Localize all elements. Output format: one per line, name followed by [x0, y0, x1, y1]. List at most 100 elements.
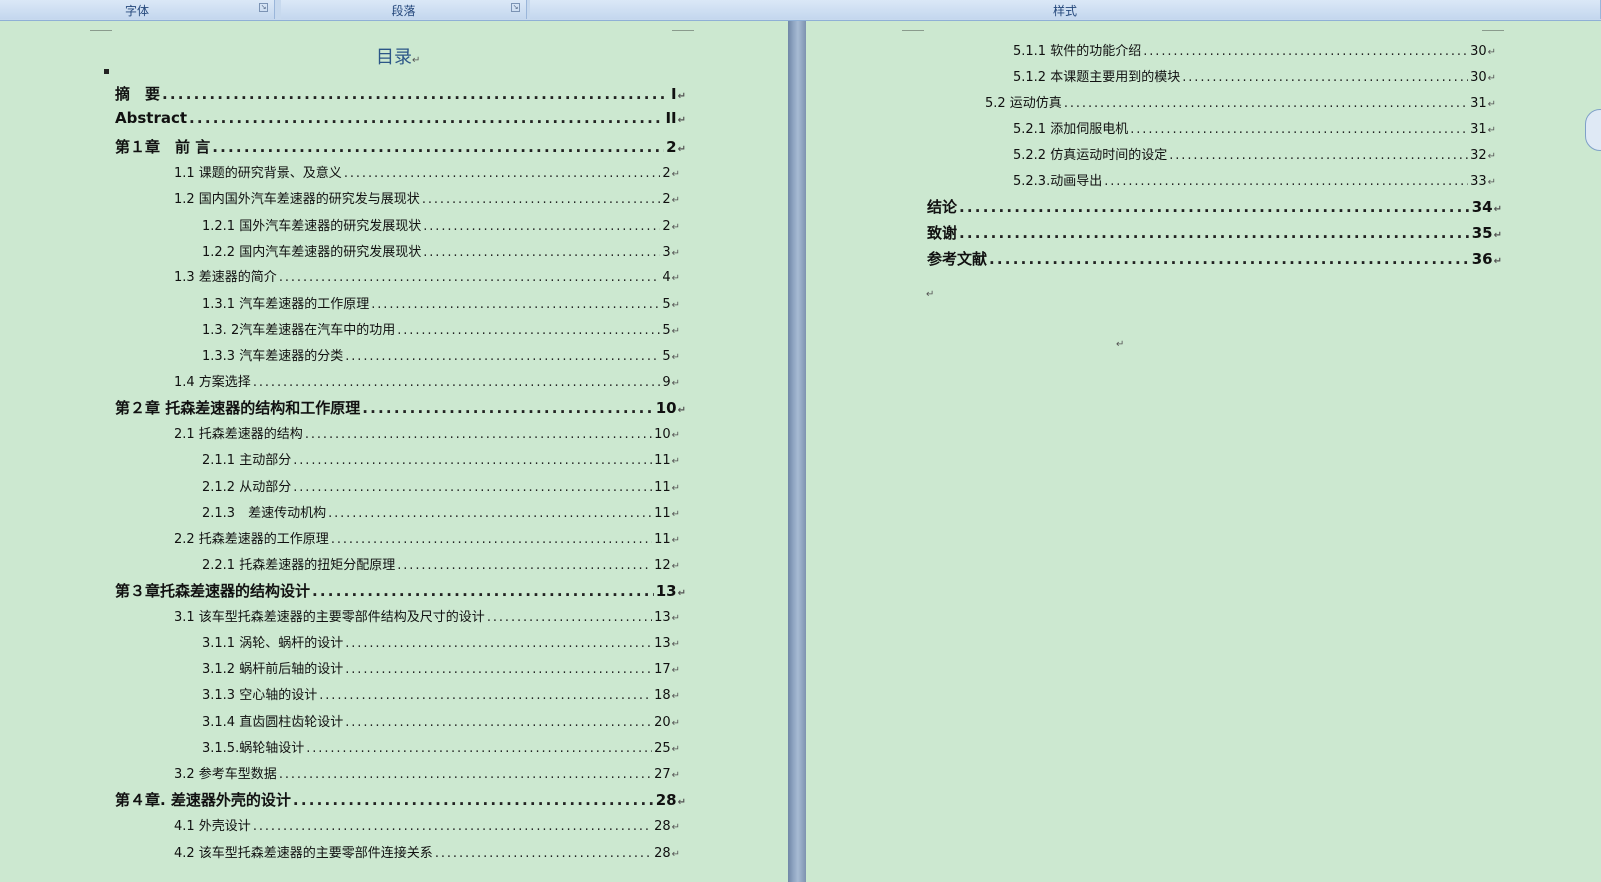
toc-entry-title: Abstract	[115, 109, 188, 127]
toc-page-number: 9	[662, 375, 671, 390]
toc-dot-leader: ........................................…	[371, 297, 661, 312]
toc-entry[interactable]: 1.1 课题的研究背景、及意义.........................…	[174, 162, 680, 184]
toc-entry-title: 1.3 差速器的简介	[174, 270, 277, 285]
paragraph-mark-icon: ↵	[671, 691, 680, 702]
toc-entry[interactable]: 4.2 该车型托森差速器的主要零部件连接关系..................…	[174, 842, 680, 864]
toc-entry[interactable]: 2.2 托森差速器的工作原理..........................…	[174, 528, 680, 550]
ribbon-group-paragraph[interactable]: 段落 ↘	[281, 0, 527, 19]
font-dialog-launcher-icon[interactable]: ↘	[259, 3, 268, 12]
paragraph-mark-icon: ↵	[671, 744, 680, 755]
paragraph-mark-icon: ↵	[671, 273, 680, 284]
paragraph-mark-icon: ↵	[1487, 125, 1496, 136]
toc-entry-title: 第４章. 差速器外壳的设计	[115, 791, 291, 809]
toc-entry[interactable]: 结论......................................…	[927, 196, 1502, 218]
paragraph-mark-icon: ↵	[1487, 151, 1496, 162]
toc-entry[interactable]: 1.3.1 汽车差速器的工作原理........................…	[202, 293, 680, 315]
toc-entry[interactable]: 3.1 该车型托森差速器的主要零部件结构及尺寸的设计..............…	[174, 606, 680, 628]
paragraph-mark-icon: ↵	[671, 509, 680, 520]
ribbon-group-styles[interactable]: 样式	[530, 0, 1601, 19]
toc-entry-title: 1.3.3 汽车差速器的分类	[202, 349, 344, 364]
toc-entry[interactable]: 5.1.2 本课题主要用到的模块........................…	[1013, 66, 1496, 88]
paragraph-mark-icon: ↵	[677, 144, 686, 155]
toc-entry[interactable]: 5.2.1 添加伺服电机............................…	[1013, 118, 1496, 140]
crop-mark	[1482, 30, 1504, 35]
toc-page-number: II	[665, 109, 677, 127]
toc-entry[interactable]: 3.1.1 涡轮、蜗杆的设计..........................…	[202, 632, 680, 654]
toc-entry[interactable]: 第４章. 差速器外壳的设计...........................…	[115, 789, 686, 811]
toc-entry[interactable]: 第２章 托森差速器的结构和工作原理.......................…	[115, 397, 686, 419]
toc-entry[interactable]: 第１章 前 言.................................…	[115, 136, 686, 158]
toc-entry[interactable]: 3.1.4 直齿圆柱齿轮设计..........................…	[202, 711, 680, 733]
toc-dot-leader: ........................................…	[959, 224, 1470, 242]
toc-page-number: 4	[662, 270, 671, 285]
toc-entry[interactable]: 2.1.2 从动部分..............................…	[202, 476, 680, 498]
toc-entry[interactable]: 2.1 托森差速器的结构............................…	[174, 423, 680, 445]
toc-entry[interactable]: 3.1.5.蜗轮轴设计.............................…	[202, 737, 680, 759]
toc-page-number: 27	[654, 767, 671, 782]
toc-dot-leader: ........................................…	[959, 198, 1470, 216]
toc-entry[interactable]: Abstract................................…	[115, 109, 686, 131]
toc-entry[interactable]: 3.1.2 蜗杆前后轴的设计..........................…	[202, 658, 680, 680]
toc-entry[interactable]: 1.3.3 汽车差速器的分类..........................…	[202, 345, 680, 367]
toc-entry-title: 1.4 方案选择	[174, 375, 251, 390]
paragraph-mark-icon: ↵	[671, 770, 680, 781]
toc-entry[interactable]: 3.2 参考车型数据..............................…	[174, 763, 680, 785]
paragraph-mark-icon: ↵	[671, 822, 680, 833]
toc-entry[interactable]: 3.1.3 空心轴的设计............................…	[202, 684, 680, 706]
paragraph-mark-icon: ↵	[671, 718, 680, 729]
paragraph-mark-icon: ↵	[1493, 230, 1502, 241]
toc-entry[interactable]: 致谢......................................…	[927, 222, 1502, 244]
toc-entry[interactable]: 1.2.2 国内汽车差速器的研究发展现状....................…	[202, 241, 680, 263]
toc-entry-title: 2.1.3 差速传动机构	[202, 506, 327, 521]
paragraph-mark-icon: ↵	[1493, 204, 1502, 215]
toc-entry[interactable]: 4.1 外壳设计................................…	[174, 815, 680, 837]
page-gap-divider	[788, 21, 806, 882]
toc-entry[interactable]: 1.2 国内国外汽车差速器的研究发与展现状...................…	[174, 188, 680, 210]
paragraph-mark-icon: ↵	[1487, 73, 1496, 84]
document-page-right[interactable]: 5.1.1 软件的功能介绍...........................…	[806, 21, 1601, 882]
toc-entry[interactable]: 5.1.1 软件的功能介绍...........................…	[1013, 40, 1496, 62]
document-page-left[interactable]: 目录↵ 摘 要.................................…	[0, 21, 788, 882]
crop-mark	[902, 30, 924, 35]
toc-entry[interactable]: 1.3 差速器的简介..............................…	[174, 266, 680, 288]
toc-entry[interactable]: 5.2.3.动画导出..............................…	[1013, 170, 1496, 192]
toc-entry[interactable]: 1.2.1 国外汽车差速器的研究发展现状....................…	[202, 215, 680, 237]
toc-entry-title: 结论	[927, 198, 958, 216]
toc-page-number: 28	[654, 846, 671, 861]
toc-page-number: 28	[655, 791, 677, 809]
toc-dot-leader: ........................................…	[421, 192, 661, 207]
paragraph-mark-icon: ↵	[1487, 99, 1496, 110]
toc-page-number: 2	[662, 192, 671, 207]
toc-entry-title: 4.2 该车型托森差速器的主要零部件连接关系	[174, 846, 433, 861]
toc-entry[interactable]: 5.2.2 仿真运动时间的设定.........................…	[1013, 144, 1496, 166]
paragraph-mark-icon: ↵	[671, 326, 680, 337]
paragraph-mark-icon: ↵	[677, 588, 686, 599]
ribbon-group-font[interactable]: 字体 ↘	[0, 0, 275, 19]
toc-entry[interactable]: 第３章托森差速器的结构设计...........................…	[115, 580, 686, 602]
toc-entry[interactable]: 2.1.3 差速传动机构............................…	[202, 502, 680, 524]
toc-entry-title: 5.2.3.动画导出	[1013, 174, 1103, 189]
toc-dot-leader: ........................................…	[362, 399, 654, 417]
paragraph-mark-icon: ↵	[671, 483, 680, 494]
toc-entry[interactable]: 5.2 运动仿真................................…	[985, 92, 1496, 114]
paragraph-mark-icon: ↵	[671, 665, 680, 676]
toc-entry[interactable]: 摘 要.....................................…	[115, 83, 686, 105]
paragraph-mark-icon: ↵	[671, 195, 680, 206]
toc-dot-leader: ........................................…	[306, 741, 652, 756]
toc-dot-leader: ........................................…	[278, 270, 661, 285]
paragraph-dialog-launcher-icon[interactable]: ↘	[511, 3, 520, 12]
toc-entry[interactable]: 参考文献....................................…	[927, 248, 1502, 270]
toc-page-number: 3	[662, 245, 671, 260]
toc-entry-title: 5.1.1 软件的功能介绍	[1013, 44, 1142, 59]
toc-entry-title: 3.1.1 涡轮、蜗杆的设计	[202, 636, 344, 651]
toc-entry[interactable]: 1.3. 2汽车差速器在汽车中的功用......................…	[202, 319, 680, 341]
toc-entry[interactable]: 2.1.1 主动部分..............................…	[202, 449, 680, 471]
toc-entry-title: 5.2.2 仿真运动时间的设定	[1013, 148, 1168, 163]
toc-entry[interactable]: 1.4 方案选择................................…	[174, 371, 680, 393]
toc-entry-title: 第１章 前 言	[115, 138, 211, 156]
paragraph-mark-icon: ↵	[1493, 256, 1502, 267]
toc-page-number: 5	[662, 349, 671, 364]
toc-page-number: 5	[662, 297, 671, 312]
floating-zoom-control[interactable]	[1585, 109, 1601, 151]
toc-entry[interactable]: 2.2.1 托森差速器的扭矩分配原理......................…	[202, 554, 680, 576]
